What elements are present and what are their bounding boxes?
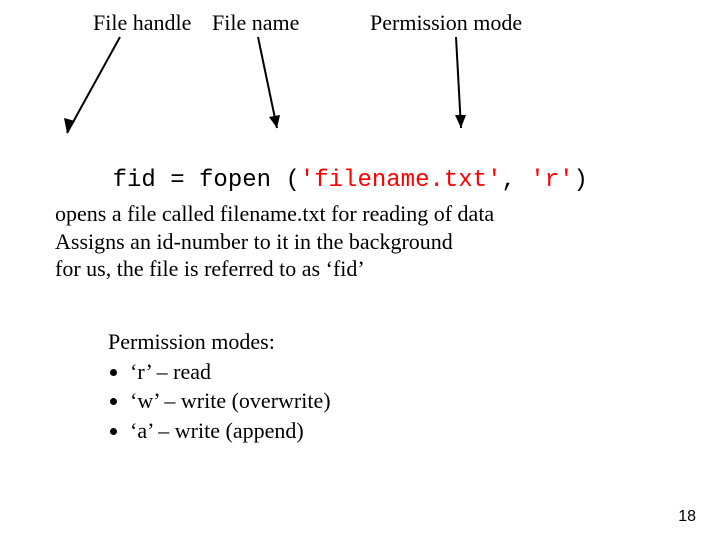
permission-modes-heading: Permission modes: [108, 327, 331, 357]
code-comma: , [501, 167, 530, 194]
mode-item-write: ‘w’ – write (overwrite) [130, 386, 331, 416]
permission-modes-block: Permission modes: ‘r’ – read ‘w’ – write… [108, 327, 331, 446]
explanation-line3: for us, the file is referred to as ‘fid’ [55, 255, 494, 283]
explanation-line1: opens a file called filename.txt for rea… [55, 200, 494, 228]
code-prefix: fid = fopen ( [113, 167, 300, 194]
slide: File handle File name Permission mode fi… [0, 0, 720, 540]
mode-item-read: ‘r’ – read [130, 357, 331, 387]
page-number: 18 [678, 508, 696, 526]
mode-item-append: ‘a’ – write (append) [130, 416, 331, 446]
explanation-line2: Assigns an id-number to it in the backgr… [55, 228, 494, 256]
explanation-block: opens a file called filename.txt for rea… [55, 200, 494, 283]
code-suffix: ) [574, 167, 588, 194]
code-mode: 'r' [530, 167, 573, 194]
code-filename: 'filename.txt' [300, 167, 502, 194]
permission-modes-list: ‘r’ – read ‘w’ – write (overwrite) ‘a’ –… [108, 357, 331, 446]
